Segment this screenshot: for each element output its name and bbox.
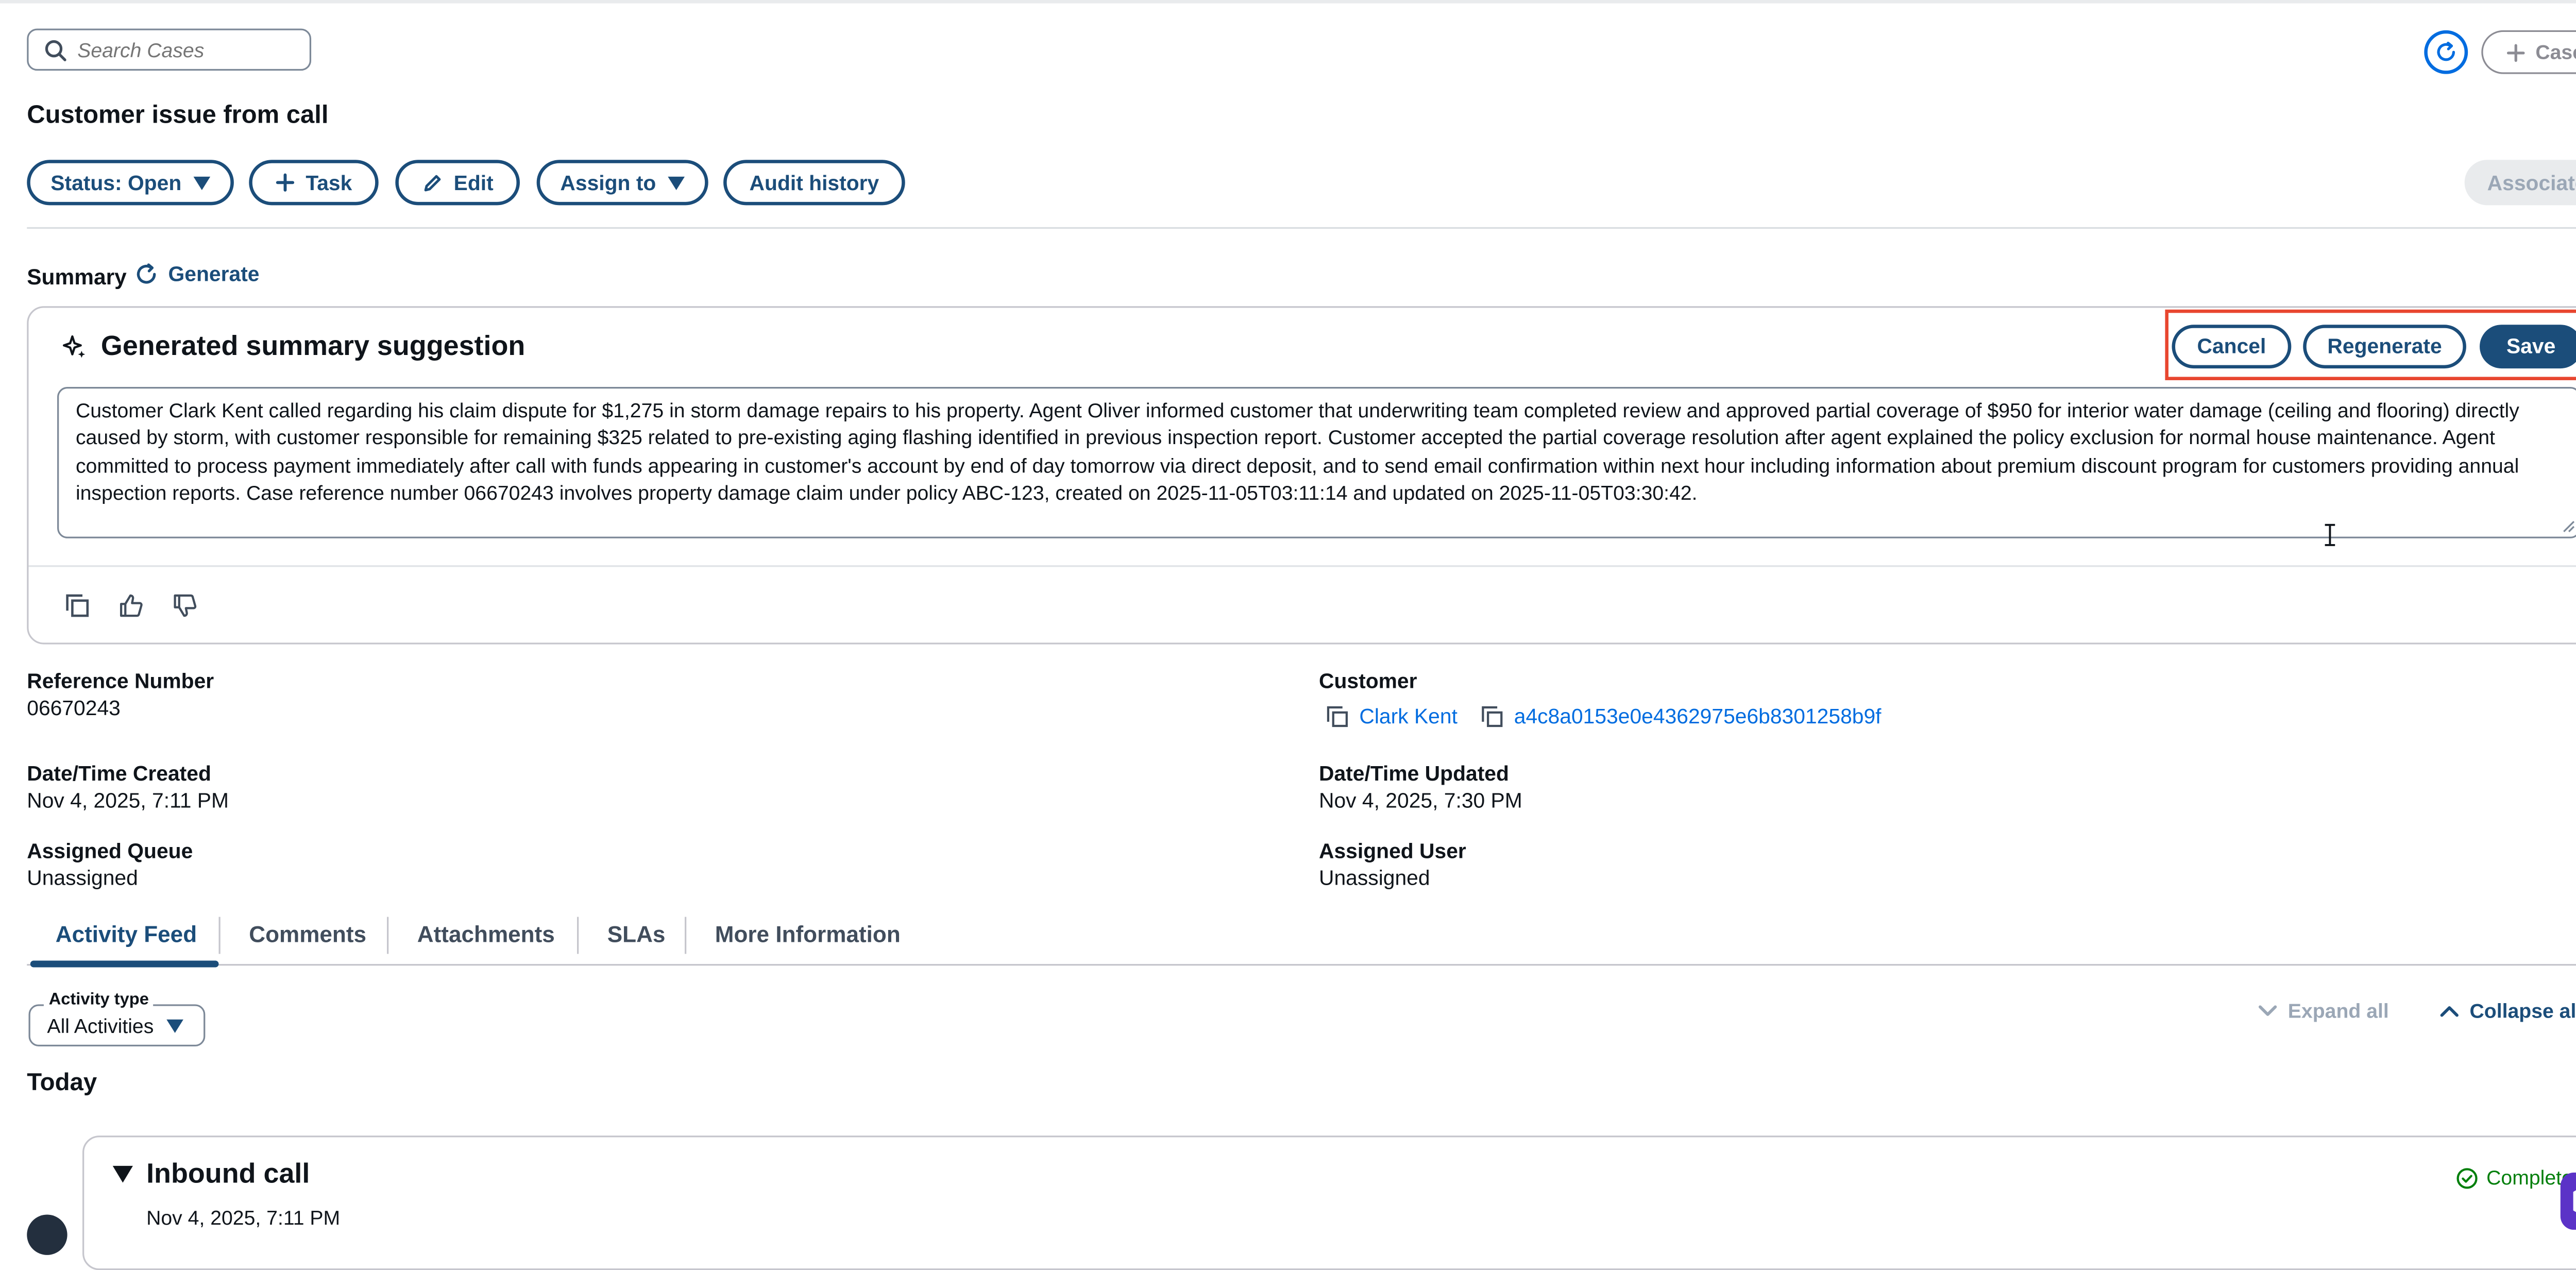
sparkle-icon: [62, 335, 86, 358]
suggestion-title: Generated summary suggestion: [100, 331, 526, 362]
search-input[interactable]: [77, 38, 296, 62]
refresh-icon: [137, 263, 156, 284]
customer-label: Customer: [1318, 669, 1417, 693]
caret-down-icon: [166, 1019, 183, 1033]
check-circle-icon: [2456, 1167, 2478, 1188]
assign-label: Assign to: [560, 171, 656, 195]
task-label: Task: [306, 171, 352, 195]
ai-assistant-button[interactable]: [2560, 1172, 2576, 1230]
tabs-divider: [27, 964, 2576, 966]
activity-card: [82, 1136, 2576, 1270]
case-button-label: Case: [2535, 40, 2576, 64]
collapse-all-label: Collapse all: [2469, 999, 2576, 1023]
tab-separator: [387, 917, 389, 954]
associate-label: Associate: [2487, 171, 2576, 195]
phone-icon: [27, 1214, 67, 1255]
generate-link[interactable]: Generate: [134, 262, 260, 286]
summary-textarea[interactable]: Customer Clark Kent called regarding his…: [57, 387, 2576, 538]
resize-grip-icon[interactable]: [2562, 520, 2575, 533]
collapse-all-button[interactable]: Collapse all: [2439, 1000, 2576, 1023]
cancel-label: Cancel: [2197, 334, 2266, 359]
collapse-triangle-icon[interactable]: [112, 1165, 133, 1183]
audit-history-button[interactable]: Audit history: [723, 160, 905, 206]
copy-icon[interactable]: [1480, 705, 1504, 729]
save-button[interactable]: Save: [2480, 325, 2576, 369]
card-divider: [28, 565, 2576, 567]
case-page: Case Customer issue from call Status: Op…: [0, 0, 2576, 1270]
chevron-down-icon: [2258, 1005, 2277, 1016]
status-dropdown[interactable]: Status: Open: [27, 160, 234, 206]
regenerate-button[interactable]: Regenerate: [2303, 325, 2466, 369]
top-border: [0, 0, 2576, 4]
new-case-button[interactable]: Case: [2481, 30, 2576, 74]
search-box[interactable]: [27, 28, 312, 71]
updated-label: Date/Time Updated: [1318, 762, 1509, 786]
associate-button[interactable]: Associate: [2464, 160, 2576, 206]
search-icon: [45, 39, 66, 61]
reference-number-label: Reference Number: [27, 669, 214, 693]
refresh-icon: [2437, 41, 2455, 61]
assigned-user-label: Assigned User: [1318, 839, 1466, 863]
cancel-button[interactable]: Cancel: [2172, 325, 2292, 369]
plus-icon: [2507, 43, 2526, 61]
assigned-queue-value: Unassigned: [27, 866, 138, 890]
summary-label: Summary: [27, 264, 127, 290]
status-label: Status: Open: [50, 171, 182, 195]
tab-separator: [684, 917, 687, 954]
created-value: Nov 4, 2025, 7:11 PM: [27, 789, 229, 813]
updated-value: Nov 4, 2025, 7:30 PM: [1318, 789, 1522, 813]
activity-title: Inbound call: [146, 1159, 310, 1190]
save-label: Save: [2506, 334, 2556, 359]
pencil-icon: [423, 174, 440, 191]
activity-type-value: All Activities: [47, 1014, 154, 1038]
page-title: Customer issue from call: [27, 100, 329, 130]
expand-all-label: Expand all: [2287, 999, 2389, 1023]
text-cursor-icon: [2325, 523, 2335, 546]
activity-type-label: Activity type: [43, 991, 154, 1010]
tab-activity-feed[interactable]: Activity Feed: [56, 922, 197, 947]
regenerate-label: Regenerate: [2327, 334, 2442, 359]
tab-more-information[interactable]: More Information: [715, 922, 901, 947]
copy-icon[interactable]: [64, 592, 91, 619]
generate-label: Generate: [168, 262, 260, 286]
caret-down-icon: [668, 176, 685, 190]
status-badge: Completed: [2456, 1166, 2576, 1190]
tab-slas[interactable]: SLAs: [607, 922, 666, 947]
active-tab-indicator: [30, 960, 219, 968]
audit-label: Audit history: [749, 171, 879, 195]
customer-name-link[interactable]: Clark Kent: [1359, 705, 1458, 729]
caret-down-icon: [193, 176, 210, 190]
thumbs-down-icon[interactable]: [172, 592, 198, 619]
assign-dropdown[interactable]: Assign to: [536, 160, 708, 206]
thumbs-up-icon[interactable]: [118, 592, 145, 619]
expand-all-button[interactable]: Expand all: [2258, 1000, 2389, 1023]
reference-number-value: 06670243: [27, 696, 121, 720]
assigned-queue-label: Assigned Queue: [27, 839, 193, 863]
tab-separator: [218, 917, 221, 954]
edit-label: Edit: [453, 171, 494, 195]
activity-type-select[interactable]: Activity type All Activities: [28, 991, 206, 1047]
add-task-button[interactable]: Task: [249, 160, 379, 206]
assigned-user-value: Unassigned: [1318, 866, 1430, 890]
hexagon-logo-icon: [2573, 1190, 2576, 1212]
created-label: Date/Time Created: [27, 762, 211, 786]
chevron-up-icon: [2440, 1006, 2459, 1017]
customer-id-link[interactable]: a4c8a0153e0e4362975e6b8301258b9f: [1514, 705, 1882, 729]
activity-date: Nov 4, 2025, 7:11 PM: [146, 1206, 341, 1230]
today-heading: Today: [27, 1070, 97, 1097]
suggestion-header: Generated summary suggestion: [62, 331, 526, 363]
summary-text: Customer Clark Kent called regarding his…: [75, 398, 2519, 505]
edit-button[interactable]: Edit: [395, 160, 520, 206]
refresh-button[interactable]: [2424, 30, 2468, 74]
tab-attachments[interactable]: Attachments: [417, 922, 555, 947]
tab-separator: [577, 917, 579, 954]
header-divider: [27, 227, 2576, 229]
copy-icon[interactable]: [1326, 705, 1349, 729]
tab-comments[interactable]: Comments: [249, 922, 366, 947]
plus-icon: [275, 173, 294, 192]
